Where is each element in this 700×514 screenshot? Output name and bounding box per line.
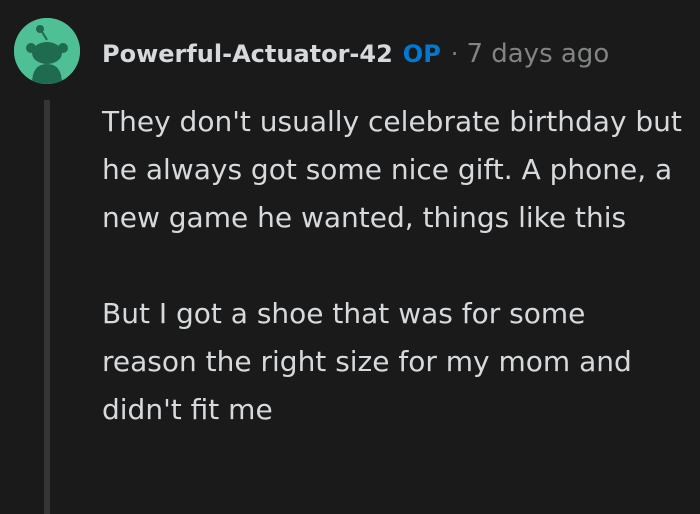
meta-separator: · <box>450 40 459 68</box>
comment-paragraph: They don't usually celebrate birthday bu… <box>102 105 682 234</box>
op-badge: OP <box>402 40 441 68</box>
comment-body: They don't usually celebrate birthday bu… <box>102 98 682 434</box>
author-name[interactable]: Powerful-Actuator-42 <box>102 40 393 68</box>
snoo-avatar-icon[interactable] <box>14 18 80 84</box>
thread-collapse-line[interactable] <box>44 100 50 514</box>
comment-meta: Powerful-Actuator-42 OP · 7 days ago <box>102 36 609 72</box>
comment-timestamp[interactable]: 7 days ago <box>466 39 609 69</box>
comment: Powerful-Actuator-42 OP · 7 days ago The… <box>0 0 700 514</box>
comment-paragraph: But I got a shoe that was for some reaso… <box>102 297 632 426</box>
